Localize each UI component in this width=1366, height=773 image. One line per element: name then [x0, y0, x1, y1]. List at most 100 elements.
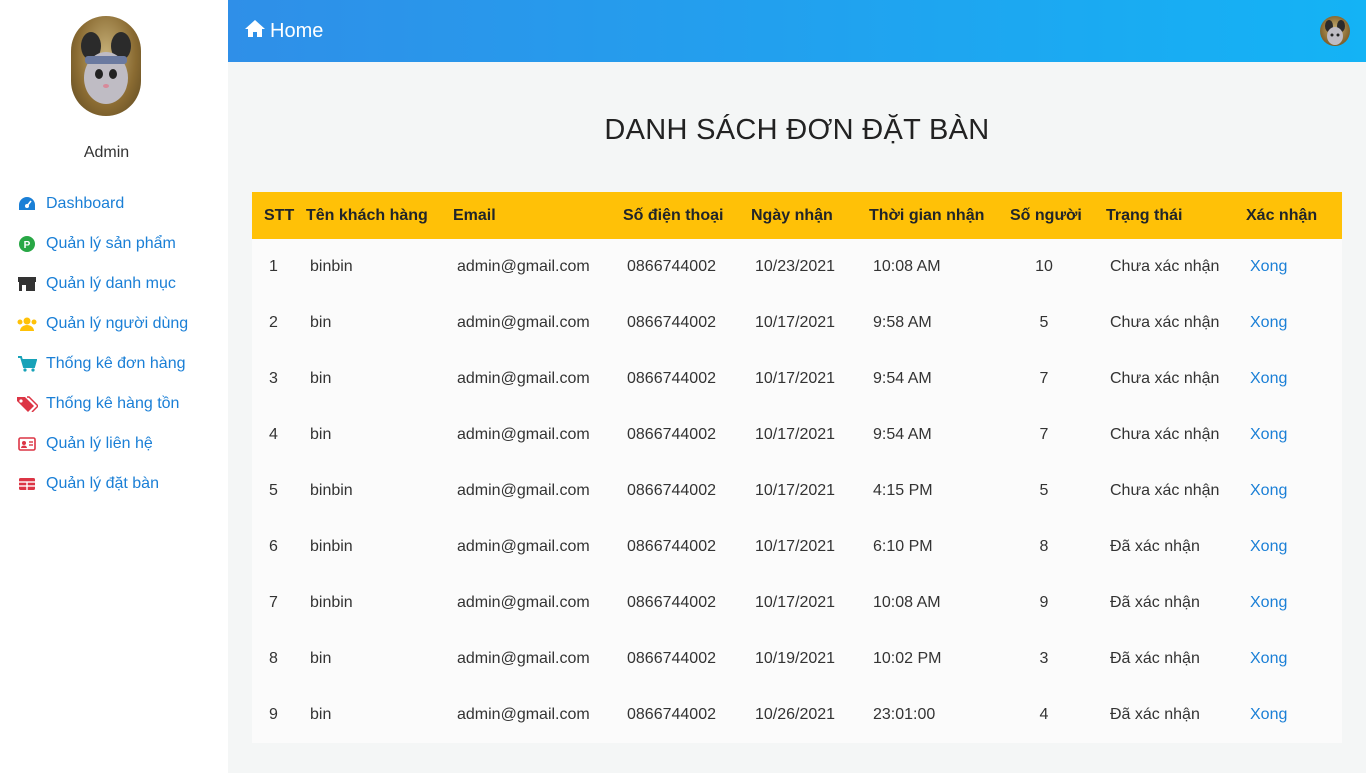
customer-name-cell: binbin: [306, 575, 453, 631]
customer-email-cell: admin@gmail.com: [453, 407, 623, 463]
party-size: 3: [1039, 650, 1049, 667]
table-row: 5 binbin admin@gmail.com 0866744002 10/17/20…: [252, 463, 1342, 519]
table-row: 3 bin admin@gmail.com 0866744002 10/17/2021 9…: [252, 351, 1342, 407]
sidebar-item-users[interactable]: Quản lý người dùng: [0, 304, 228, 344]
admin-avatar[interactable]: [71, 16, 141, 116]
status-text: Chưa xác nhận: [1110, 426, 1220, 443]
sidebar-item-orders[interactable]: Thống kê đơn hàng: [0, 344, 228, 384]
party-size-cell: 3: [1010, 631, 1106, 687]
customer-email-cell: admin@gmail.com: [453, 351, 623, 407]
customer-name: bin: [310, 314, 332, 331]
confirm-link-cell: Xong: [1246, 295, 1342, 351]
column-header: STT: [264, 206, 295, 224]
table-row: 8 bin admin@gmail.com 0866744002 10/19/2021 1…: [252, 631, 1342, 687]
sidebar-item-label: Quản lý người dùng: [46, 315, 189, 332]
dashboard-icon: [16, 195, 38, 213]
reservation-date: 10/17/2021: [755, 538, 836, 555]
reservation-time: 10:02 PM: [873, 650, 942, 667]
customer-name-cell: bin: [306, 351, 453, 407]
reservation-time-cell: 6:10 PM: [869, 519, 1010, 575]
party-size: 9: [1039, 594, 1049, 611]
table-row: 4 bin admin@gmail.com 0866744002 10/17/2021 9…: [252, 407, 1342, 463]
topbar: Home: [228, 0, 1366, 62]
sidebar-item-dashboard[interactable]: Dashboard: [0, 184, 228, 224]
customer-name-cell: binbin: [306, 239, 453, 295]
customer-phone-cell: 0866744002: [623, 239, 751, 295]
reservation-time-cell: 23:01:00: [869, 687, 1010, 743]
user-avatar[interactable]: [1320, 16, 1350, 46]
customer-name: bin: [310, 370, 332, 387]
reservation-date: 10/17/2021: [755, 426, 836, 443]
customer-phone-cell: 0866744002: [623, 575, 751, 631]
confirm-link[interactable]: Xong: [1250, 370, 1287, 387]
sidebar-item-products[interactable]: P Quản lý sản phẩm: [0, 224, 228, 264]
sidebar-item-categories[interactable]: Quản lý danh mục: [0, 264, 228, 304]
party-size: 4: [1039, 706, 1049, 723]
product-icon: P: [16, 235, 38, 253]
confirm-link[interactable]: Xong: [1250, 314, 1287, 331]
column-header: Số điện thoại: [623, 206, 724, 224]
party-size-cell: 7: [1010, 407, 1106, 463]
party-size-cell: 5: [1010, 463, 1106, 519]
home-icon: [244, 19, 270, 44]
row-stt-cell: 2: [252, 295, 306, 351]
reservation-time-cell: 4:15 PM: [869, 463, 1010, 519]
home-link[interactable]: Home: [244, 19, 323, 44]
status-text-cell: Đã xác nhận: [1106, 519, 1246, 575]
reservation-time: 10:08 AM: [873, 594, 941, 611]
reservation-time: 9:54 AM: [873, 370, 932, 387]
column-header: Trạng thái: [1106, 206, 1183, 224]
reservation-date-cell: 10/17/2021: [751, 295, 869, 351]
row-stt: 1: [269, 258, 278, 275]
customer-name-cell: binbin: [306, 463, 453, 519]
reservation-date-cell: 10/17/2021: [751, 519, 869, 575]
status-text: Đã xác nhận: [1110, 650, 1200, 667]
customer-email: admin@gmail.com: [457, 706, 590, 723]
reservation-date: 10/19/2021: [755, 650, 836, 667]
customer-email-cell: admin@gmail.com: [453, 631, 623, 687]
confirm-link[interactable]: Xong: [1250, 482, 1287, 499]
confirm-link[interactable]: Xong: [1250, 426, 1287, 443]
reservation-time-cell: 10:02 PM: [869, 631, 1010, 687]
store-icon: [16, 275, 38, 293]
reservation-time: 10:08 AM: [873, 258, 941, 275]
sidebar-item-reservations[interactable]: Quản lý đặt bàn: [0, 464, 228, 504]
row-stt: 5: [269, 482, 278, 499]
confirm-link[interactable]: Xong: [1250, 258, 1287, 275]
confirm-link-cell: Xong: [1246, 631, 1342, 687]
reservation-time-cell: 10:08 AM: [869, 575, 1010, 631]
sidebar-item-contacts[interactable]: Quản lý liên hệ: [0, 424, 228, 464]
confirm-link[interactable]: Xong: [1250, 594, 1287, 611]
status-text-cell: Đã xác nhận: [1106, 575, 1246, 631]
customer-email: admin@gmail.com: [457, 426, 590, 443]
svg-text:P: P: [24, 240, 31, 251]
admin-name: Admin: [83, 144, 130, 161]
customer-phone-cell: 0866744002: [623, 295, 751, 351]
reservation-date: 10/17/2021: [755, 370, 836, 387]
customer-name-cell: bin: [306, 631, 453, 687]
table-row: 9 bin admin@gmail.com 0866744002 10/26/2021 2…: [252, 687, 1342, 743]
customer-name-cell: binbin: [306, 519, 453, 575]
row-stt-cell: 1: [252, 239, 306, 295]
customer-name: binbin: [310, 482, 353, 499]
sidebar-item-inventory[interactable]: Thống kê hàng tồn: [0, 384, 228, 424]
party-size: 8: [1039, 538, 1049, 555]
status-text: Đã xác nhận: [1110, 538, 1200, 555]
confirm-link[interactable]: Xong: [1250, 706, 1287, 723]
row-stt: 8: [269, 650, 278, 667]
customer-name: binbin: [310, 258, 353, 275]
column-header: Email: [453, 206, 496, 224]
confirm-link[interactable]: Xong: [1250, 650, 1287, 667]
customer-name-cell: bin: [306, 687, 453, 743]
status-text: Đã xác nhận: [1110, 594, 1200, 611]
confirm-link-cell: Xong: [1246, 239, 1342, 295]
confirm-link[interactable]: Xong: [1250, 538, 1287, 555]
reservation-date: 10/26/2021: [755, 706, 836, 723]
customer-phone-cell: 0866744002: [623, 463, 751, 519]
reservation-time-cell: 9:58 AM: [869, 295, 1010, 351]
party-size: 5: [1039, 482, 1049, 499]
reservation-time-cell: 9:54 AM: [869, 407, 1010, 463]
customer-email: admin@gmail.com: [457, 594, 590, 611]
table-icon: [16, 475, 38, 493]
row-stt: 3: [269, 370, 278, 387]
